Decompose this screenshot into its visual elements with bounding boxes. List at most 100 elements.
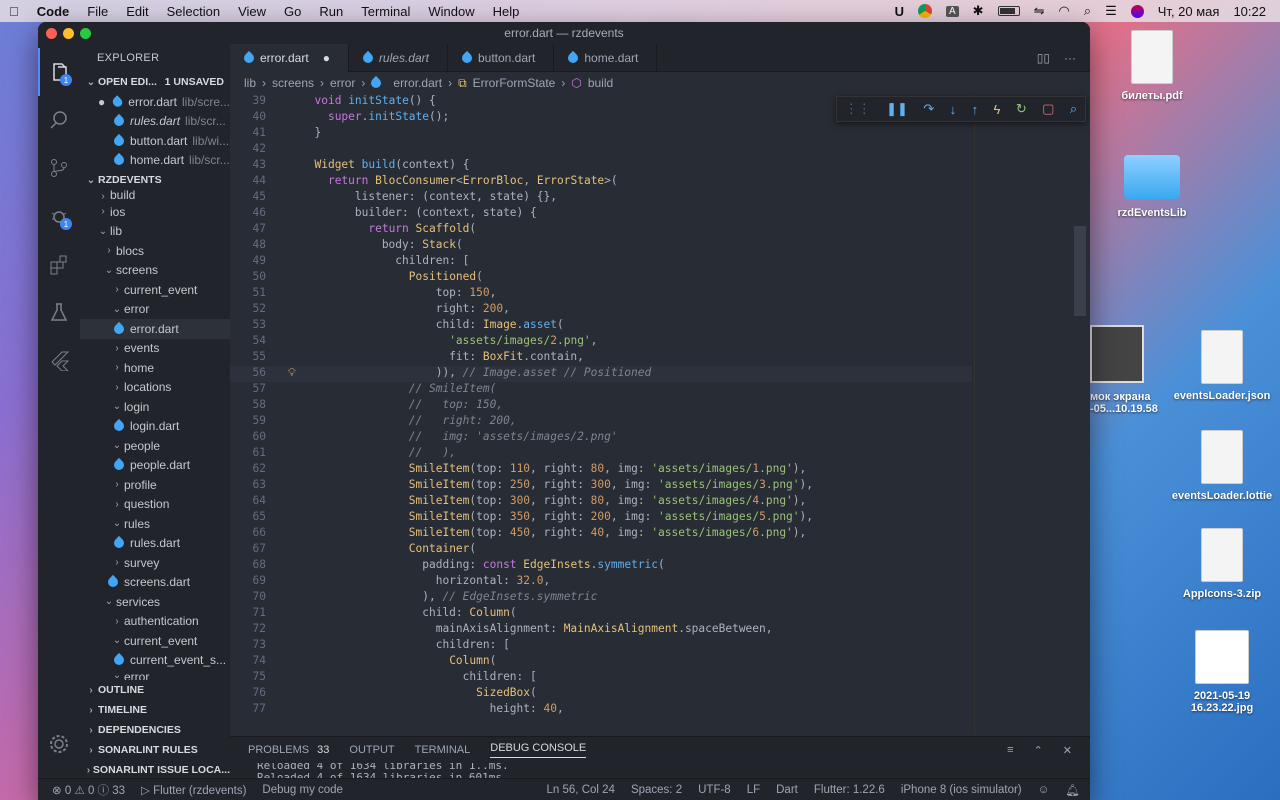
- tab-error-dart[interactable]: error.dart ●: [230, 44, 349, 72]
- tree-folder-current-event-services[interactable]: ⌄ current_event: [80, 631, 230, 651]
- stop-icon[interactable]: ▢: [1042, 101, 1054, 117]
- clear-console-icon[interactable]: ≡: [1007, 744, 1013, 756]
- tree-file-people-dart[interactable]: people.dart: [80, 456, 230, 476]
- code-line[interactable]: return BlocConsumer<ErrorBloc, ErrorStat…: [301, 174, 618, 187]
- code-line[interactable]: SizedBox(: [301, 686, 537, 699]
- desktop-folder[interactable]: rzdEventsLib: [1097, 155, 1207, 219]
- tree-file-error-dart[interactable]: error.dart: [80, 319, 230, 339]
- tree-folder-current-event[interactable]: › current_event: [80, 280, 230, 300]
- code-line[interactable]: listener: (context, state) {},: [301, 190, 557, 203]
- code-line[interactable]: return Scaffold(: [301, 222, 476, 235]
- code-line[interactable]: )), // Image.asset // Positioned: [301, 366, 652, 379]
- tab-debug-console[interactable]: DEBUG CONSOLE: [490, 742, 587, 758]
- tree-folder-ios[interactable]: › ios: [80, 202, 230, 222]
- minimap[interactable]: [974, 94, 1086, 734]
- sonarlint-issue-section[interactable]: › SONARLINT ISSUE LOCA...: [80, 760, 230, 778]
- cursor-position[interactable]: Ln 56, Col 24: [539, 784, 623, 796]
- menubar-time[interactable]: 10:22: [1233, 4, 1266, 19]
- tree-folder-login[interactable]: ⌄ login: [80, 397, 230, 417]
- tree-folder-profile[interactable]: › profile: [80, 475, 230, 495]
- menubar-date[interactable]: Чт, 20 мая: [1158, 4, 1220, 19]
- code-editor[interactable]: 39 void initState() {40 super.initState(…: [230, 94, 972, 734]
- desktop-json[interactable]: eventsLoader.json: [1167, 330, 1277, 402]
- breadcrumb-item[interactable]: ErrorFormState: [473, 76, 556, 90]
- language-mode[interactable]: Dart: [768, 784, 806, 796]
- tree-folder-error-services[interactable]: ⌄ error: [80, 670, 230, 680]
- tree-folder-question[interactable]: › question: [80, 495, 230, 515]
- open-editor-button-dart[interactable]: button.dart lib/wi...: [80, 131, 230, 151]
- step-over-icon[interactable]: ↷: [923, 101, 934, 117]
- menu-edit[interactable]: Edit: [117, 4, 157, 19]
- tree-folder-events[interactable]: › events: [80, 339, 230, 359]
- code-line[interactable]: // right: 200,: [301, 414, 517, 427]
- outline-section[interactable]: › OUTLINE: [80, 680, 230, 700]
- siri-icon[interactable]: [1130, 4, 1144, 18]
- tree-folder-error[interactable]: ⌄ error: [80, 300, 230, 320]
- code-line[interactable]: super.initState();: [301, 110, 449, 123]
- extensions-icon[interactable]: [38, 240, 80, 288]
- tree-folder-survey[interactable]: › survey: [80, 553, 230, 573]
- desktop-lottie[interactable]: eventsLoader.lottie: [1167, 430, 1277, 502]
- pause-icon[interactable]: ❚❚: [886, 101, 908, 117]
- drag-handle-icon[interactable]: ⋮⋮: [845, 101, 871, 117]
- tab-button-dart[interactable]: button.dart: [448, 44, 555, 72]
- menu-go[interactable]: Go: [275, 4, 310, 19]
- maximize-panel-icon[interactable]: ⌃: [1034, 744, 1043, 757]
- menu-selection[interactable]: Selection: [158, 4, 229, 19]
- flutter-icon[interactable]: [38, 336, 80, 384]
- battery-icon[interactable]: [997, 6, 1020, 16]
- code-line[interactable]: fit: BoxFit.contain,: [301, 350, 584, 363]
- breadcrumb-item[interactable]: error: [330, 76, 355, 90]
- tree-folder-rules[interactable]: ⌄ rules: [80, 514, 230, 534]
- tree-file-rules-dart[interactable]: rules.dart: [80, 534, 230, 554]
- code-line[interactable]: SmileItem(top: 450, right: 40, img: 'ass…: [301, 526, 807, 539]
- code-line[interactable]: body: Stack(: [301, 238, 463, 251]
- code-line[interactable]: Widget build(context) {: [301, 158, 469, 171]
- tree-folder-locations[interactable]: › locations: [80, 378, 230, 398]
- code-line[interactable]: ), // EdgeInsets.symmetric: [301, 590, 597, 603]
- code-line[interactable]: top: 150,: [301, 286, 497, 299]
- desktop-zip[interactable]: AppIcons-3.zip: [1167, 528, 1277, 600]
- code-line[interactable]: Positioned(: [301, 270, 483, 283]
- close-window-button[interactable]: [46, 28, 57, 39]
- hot-reload-icon[interactable]: ϟ: [994, 102, 1001, 117]
- tab-terminal[interactable]: TERMINAL: [415, 744, 471, 756]
- open-editor-error-dart[interactable]: ● error.dart lib/scre...: [80, 92, 230, 112]
- code-line[interactable]: void initState() {: [301, 94, 435, 107]
- breadcrumb-item[interactable]: screens: [272, 76, 314, 90]
- wifi-icon[interactable]: ◠: [1058, 3, 1069, 19]
- desktop-jpg[interactable]: 2021-05-19 16.23.22.jpg: [1167, 630, 1277, 714]
- tree-folder-people[interactable]: ⌄ people: [80, 436, 230, 456]
- lightbulb-icon[interactable]: 💡︎: [288, 366, 296, 380]
- tree-folder-home[interactable]: › home: [80, 358, 230, 378]
- code-line[interactable]: children: [: [301, 670, 537, 683]
- tree-folder-build[interactable]: › build: [80, 190, 230, 202]
- indentation[interactable]: Spaces: 2: [623, 784, 690, 796]
- step-into-icon[interactable]: ↓: [950, 102, 957, 117]
- code-line[interactable]: SmileItem(top: 350, right: 200, img: 'as…: [301, 510, 813, 523]
- chrome-icon[interactable]: [918, 4, 932, 18]
- code-line[interactable]: }: [301, 126, 321, 139]
- sonarlint-rules-section[interactable]: › SONARLINT RULES: [80, 740, 230, 760]
- problems-status[interactable]: ⊗ 0 ⚠ 0 ⓘ 33: [38, 782, 133, 798]
- code-line[interactable]: // top: 150,: [301, 398, 503, 411]
- code-line[interactable]: children: [: [301, 254, 469, 267]
- menu-terminal[interactable]: Terminal: [352, 4, 419, 19]
- open-editors-section[interactable]: ⌄ OPEN EDI... 1 UNSAVED: [80, 72, 230, 92]
- explorer-icon[interactable]: 1: [38, 48, 80, 96]
- breadcrumb-item[interactable]: build: [588, 76, 613, 90]
- device-selector[interactable]: iPhone 8 (ios simulator): [893, 784, 1030, 796]
- menu-window[interactable]: Window: [419, 4, 483, 19]
- code-line[interactable]: 'assets/images/2.png',: [301, 334, 597, 347]
- unsaved-dot-icon[interactable]: ●: [323, 51, 330, 65]
- open-editor-rules-dart[interactable]: rules.dart lib/scr...: [80, 112, 230, 132]
- tree-folder-lib[interactable]: ⌄ lib: [80, 222, 230, 242]
- code-line[interactable]: Container(: [301, 542, 476, 555]
- notifications-bell-icon[interactable]: 🔔︎: [1057, 783, 1090, 797]
- tree-file-login-dart[interactable]: login.dart: [80, 417, 230, 437]
- minimize-window-button[interactable]: [63, 28, 74, 39]
- settings-gear-icon[interactable]: [38, 720, 80, 768]
- status-u-icon[interactable]: U: [895, 4, 904, 19]
- close-panel-icon[interactable]: ✕: [1063, 744, 1090, 757]
- source-control-icon[interactable]: [38, 144, 80, 192]
